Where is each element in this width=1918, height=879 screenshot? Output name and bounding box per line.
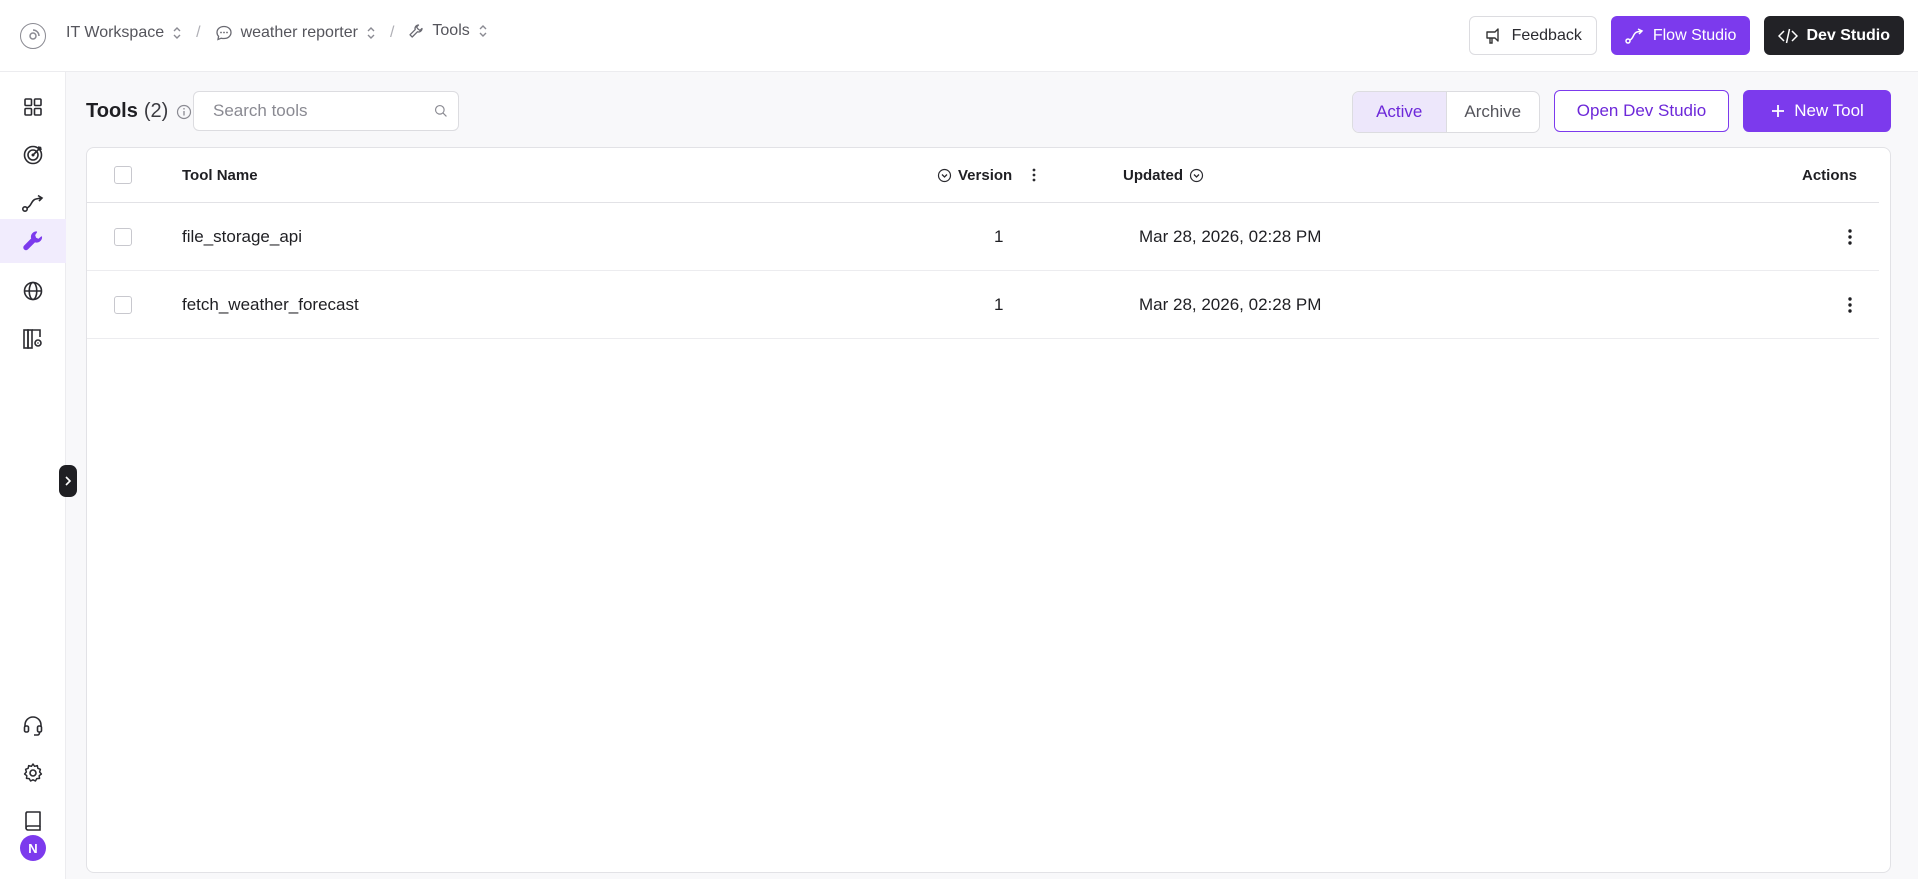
- breadcrumb-agent[interactable]: weather reporter: [215, 24, 376, 42]
- flow-icon: [1625, 27, 1644, 44]
- globe-icon: [23, 281, 43, 301]
- chat-bubble-icon: [215, 25, 232, 41]
- sidebar-item-library[interactable]: [0, 317, 66, 361]
- select-all-cell: [114, 148, 132, 202]
- search-icon[interactable]: [434, 102, 448, 120]
- feedback-label: Feedback: [1511, 26, 1582, 44]
- status-toggle: Active Archive: [1352, 91, 1540, 133]
- feedback-button[interactable]: Feedback: [1468, 16, 1597, 55]
- table-header: Tool Name Version Updated Actions: [87, 148, 1879, 203]
- tools-table: Tool Name Version Updated Actions file_s…: [86, 147, 1891, 873]
- top-actions: Feedback Flow Studio Dev Studio: [1468, 16, 1904, 55]
- col-version-label: Version: [958, 166, 1013, 184]
- chevron-right-icon: [65, 476, 72, 486]
- col-actions: Actions: [1802, 166, 1858, 184]
- avatar[interactable]: N: [20, 835, 46, 861]
- library-settings-icon: [23, 329, 42, 349]
- sidebar-item-support[interactable]: [0, 703, 66, 747]
- tool-updated: Mar 28, 2026, 02:28 PM: [1139, 294, 1322, 314]
- sidebar-expand-toggle[interactable]: [59, 465, 77, 497]
- col-tool-name[interactable]: Tool Name: [182, 148, 258, 202]
- chevron-updown-icon: [173, 27, 181, 39]
- row-checkbox[interactable]: [114, 227, 132, 246]
- row-actions-cell: [1844, 203, 1856, 270]
- sidebar-item-tools[interactable]: [0, 219, 66, 263]
- sidebar-item-dashboard[interactable]: [0, 85, 66, 129]
- breadcrumb-workspace[interactable]: IT Workspace: [66, 24, 182, 42]
- code-icon: [1778, 28, 1799, 43]
- col-version[interactable]: Version: [937, 148, 1040, 202]
- tool-updated: Mar 28, 2026, 02:28 PM: [1139, 226, 1322, 246]
- flow-studio-label: Flow Studio: [1652, 26, 1737, 44]
- more-options-icon[interactable]: [1844, 295, 1856, 315]
- dashboard-icon: [24, 98, 42, 116]
- sidebar-item-target[interactable]: [0, 133, 66, 177]
- tool-version: 1: [994, 226, 1004, 246]
- target-icon: [23, 145, 43, 165]
- flow-icon: [21, 194, 44, 213]
- page-title-text: Tools: [86, 100, 138, 122]
- chevron-updown-icon: [479, 25, 487, 37]
- sidebar-item-globe[interactable]: [0, 269, 66, 313]
- gear-icon: [23, 763, 43, 782]
- select-all-checkbox[interactable]: [114, 166, 132, 184]
- row-select-cell: [114, 203, 132, 270]
- wrench-icon: [23, 231, 43, 251]
- new-tool-button[interactable]: New Tool: [1743, 90, 1891, 132]
- row-select-cell: [114, 271, 132, 338]
- wrench-icon: [409, 24, 424, 38]
- sidebar-item-settings[interactable]: [0, 751, 66, 795]
- breadcrumb: IT Workspace / weather reporter / Tools: [66, 22, 488, 42]
- info-icon[interactable]: [176, 104, 192, 120]
- top-bar: IT Workspace / weather reporter / Tools …: [0, 0, 1918, 72]
- page-title: Tools (2): [86, 100, 192, 123]
- book-icon: [25, 811, 41, 831]
- search-input[interactable]: [213, 101, 434, 121]
- tool-name[interactable]: file_storage_api: [182, 203, 302, 270]
- sort-icon: [1189, 168, 1204, 182]
- column-menu-icon[interactable]: [1028, 167, 1040, 183]
- flow-studio-button[interactable]: Flow Studio: [1610, 16, 1751, 55]
- breadcrumb-agent-label: weather reporter: [240, 24, 358, 41]
- col-updated-label: Updated: [1123, 166, 1183, 184]
- search-box: [193, 91, 459, 131]
- sort-icon: [937, 168, 952, 182]
- open-dev-studio-label: Open Dev Studio: [1576, 101, 1707, 120]
- more-options-icon[interactable]: [1844, 227, 1856, 247]
- breadcrumb-separator: /: [389, 24, 395, 41]
- breadcrumb-separator: /: [196, 24, 201, 41]
- row-actions-cell: [1844, 271, 1856, 338]
- dev-studio-label: Dev Studio: [1806, 26, 1890, 44]
- tab-active[interactable]: Active: [1353, 92, 1447, 132]
- tab-archive[interactable]: Archive: [1447, 92, 1540, 132]
- tool-name[interactable]: fetch_weather_forecast: [182, 271, 359, 338]
- breadcrumb-page[interactable]: Tools: [408, 22, 487, 40]
- table-row[interactable]: fetch_weather_forecast 1 Mar 28, 2026, 0…: [87, 271, 1879, 339]
- dev-studio-button[interactable]: Dev Studio: [1764, 16, 1904, 55]
- tool-count: (2): [143, 100, 169, 122]
- sidebar: [0, 72, 66, 879]
- main-content: Tools (2) Active Archive Open Dev Studio…: [66, 72, 1918, 879]
- tool-version: 1: [994, 294, 1004, 314]
- breadcrumb-workspace-label: IT Workspace: [66, 24, 165, 41]
- chevron-updown-icon: [367, 27, 375, 39]
- feedback-icon: [1485, 27, 1499, 44]
- breadcrumb-page-label: Tools: [432, 22, 470, 39]
- row-checkbox[interactable]: [114, 295, 132, 314]
- plus-icon: [1772, 105, 1785, 117]
- table-row[interactable]: file_storage_api 1 Mar 28, 2026, 02:28 P…: [87, 203, 1879, 271]
- col-updated[interactable]: Updated: [1123, 148, 1204, 202]
- app-logo-icon[interactable]: [20, 23, 46, 49]
- headset-icon: [23, 716, 43, 736]
- open-dev-studio-button[interactable]: Open Dev Studio: [1554, 90, 1729, 132]
- new-tool-label: New Tool: [1794, 101, 1864, 120]
